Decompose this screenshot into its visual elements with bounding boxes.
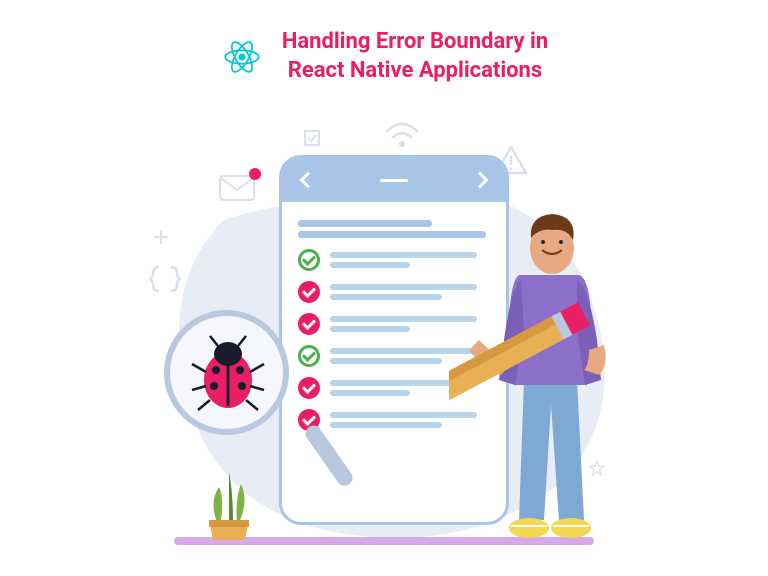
notification-dot-icon [249, 168, 261, 180]
header: Handling Error Boundary in React Native … [0, 0, 768, 85]
check-circle-pink-icon [298, 281, 320, 303]
bug-icon [188, 334, 268, 414]
wifi-icon [384, 120, 420, 148]
react-logo-icon [220, 35, 264, 79]
checkbox-icon [304, 130, 320, 146]
title-line-2: React Native Applications [288, 58, 542, 83]
plant-icon [199, 462, 259, 542]
envelope-icon [219, 175, 255, 201]
nav-dash-icon [380, 179, 408, 182]
magnifier-lens [164, 310, 289, 435]
check-circle-green-icon [298, 249, 320, 271]
curly-braces-icon [149, 265, 181, 293]
page-title: Handling Error Boundary in React Native … [282, 28, 548, 85]
magnifying-glass [164, 310, 309, 455]
person-with-pencil-icon [449, 180, 649, 550]
plus-icon [154, 230, 168, 244]
chevron-left-icon [300, 172, 317, 189]
title-line-1: Handling Error Boundary in [282, 29, 548, 54]
hero-illustration [144, 120, 624, 560]
